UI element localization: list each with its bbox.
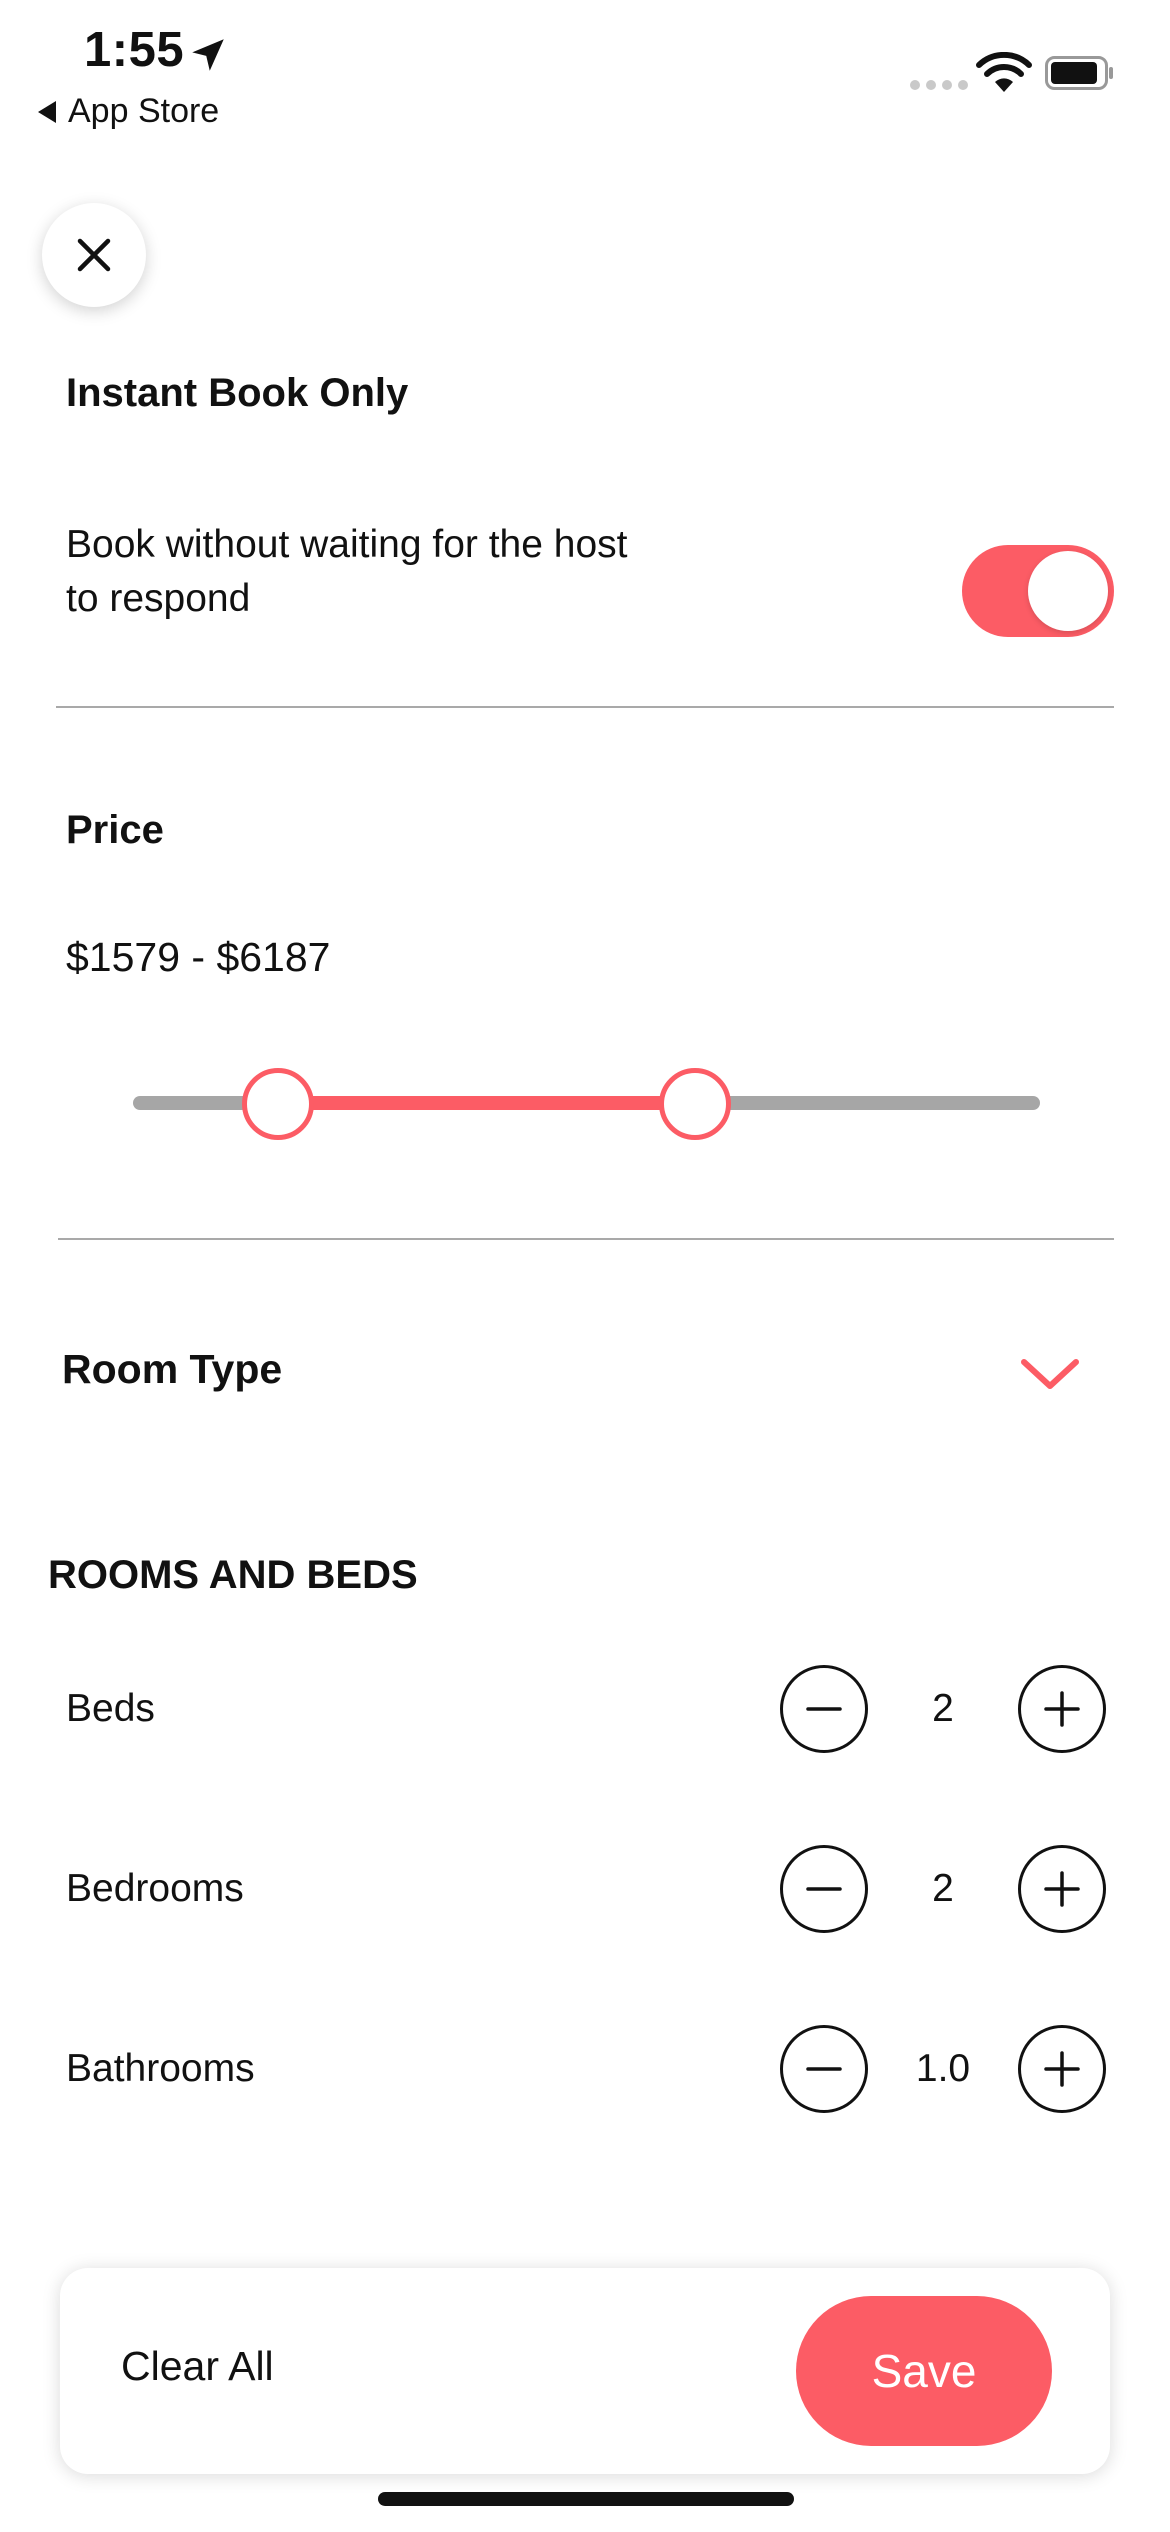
bathrooms-increment-button[interactable] [1018, 2025, 1106, 2113]
close-icon [77, 238, 111, 272]
home-indicator [378, 2492, 794, 2506]
bedrooms-stepper: Bedrooms 2 [66, 1844, 1106, 1934]
bedrooms-value: 2 [932, 1867, 954, 1910]
close-button[interactable] [42, 203, 146, 307]
minus-icon [806, 1707, 842, 1711]
back-triangle-icon [38, 100, 56, 123]
price-slider-max-handle[interactable] [659, 1068, 732, 1140]
beds-stepper: Beds 2 [66, 1664, 1106, 1754]
bedrooms-increment-button[interactable] [1018, 1845, 1106, 1933]
divider [58, 1238, 1114, 1240]
plus-icon [1044, 1691, 1080, 1727]
toggle-knob [1028, 551, 1108, 631]
clear-all-button[interactable]: Clear All [121, 2343, 274, 2390]
instant-book-description-line-2: to respond [66, 577, 251, 620]
battery-icon [1045, 56, 1113, 90]
save-button[interactable]: Save [796, 2296, 1052, 2446]
beds-increment-button[interactable] [1018, 1665, 1106, 1753]
bedrooms-decrement-button[interactable] [780, 1845, 868, 1933]
beds-label: Beds [66, 1687, 155, 1730]
instant-book-toggle[interactable] [962, 545, 1114, 637]
price-range-value: $1579 - $6187 [66, 934, 331, 980]
location-arrow-icon [192, 39, 224, 71]
instant-book-description: Book without waiting for the host to res… [66, 518, 627, 626]
back-link-label: App Store [68, 92, 220, 130]
minus-icon [806, 1887, 842, 1891]
cellular-signal-icon [910, 80, 968, 90]
back-to-app-store-link[interactable]: App Store [38, 92, 219, 131]
divider [56, 706, 1114, 708]
beds-value: 2 [932, 1687, 954, 1730]
bathrooms-stepper: Bathrooms 1.0 [66, 2024, 1106, 2114]
status-time: 1:55 [84, 23, 185, 77]
instant-book-title: Instant Book Only [66, 371, 409, 415]
wifi-icon [976, 52, 1032, 92]
plus-icon [1044, 2051, 1080, 2087]
bedrooms-label: Bedrooms [66, 1867, 244, 1910]
bathrooms-decrement-button[interactable] [780, 2025, 868, 2113]
bathrooms-value: 1.0 [915, 2047, 971, 2090]
chevron-down-icon[interactable] [1020, 1354, 1080, 1394]
price-slider-range-fill [278, 1096, 696, 1110]
rooms-and-beds-title: ROOMS AND BEDS [48, 1553, 418, 1597]
price-slider-min-handle[interactable] [242, 1068, 315, 1140]
minus-icon [806, 2067, 842, 2071]
bathrooms-label: Bathrooms [66, 2047, 255, 2090]
plus-icon [1044, 1871, 1080, 1907]
price-title: Price [66, 808, 164, 852]
instant-book-description-line-1: Book without waiting for the host [66, 523, 628, 566]
beds-decrement-button[interactable] [780, 1665, 868, 1753]
room-type-title: Room Type [62, 1346, 283, 1392]
